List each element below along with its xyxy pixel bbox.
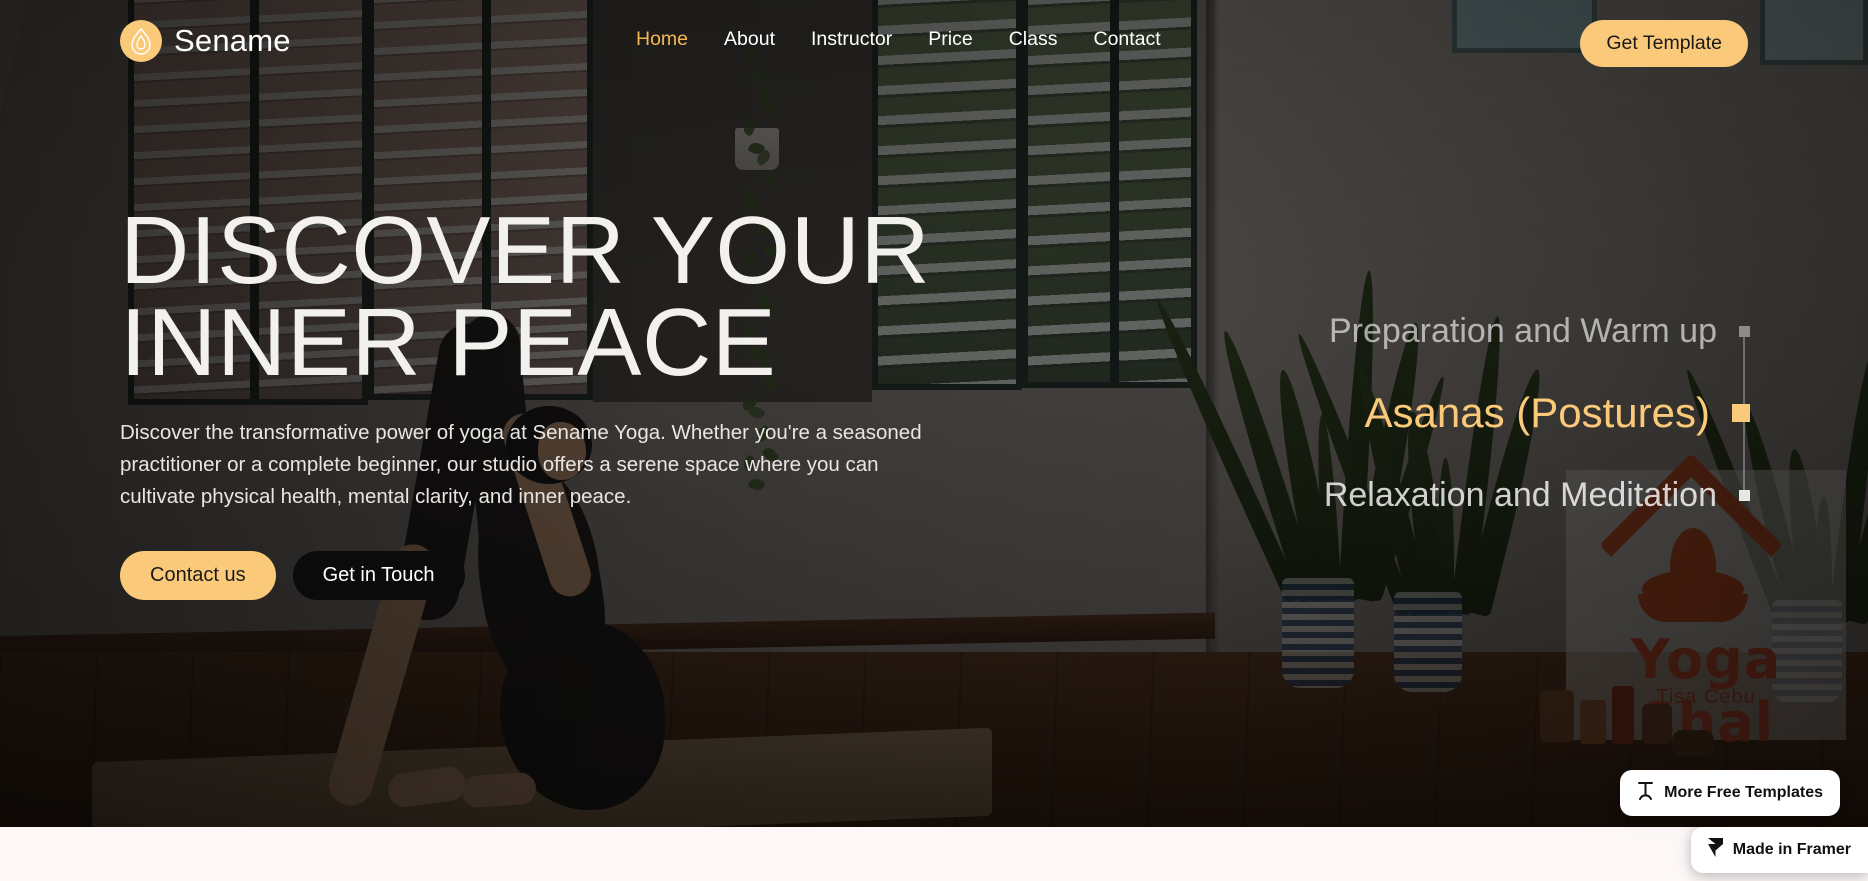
framer-logo-icon [1707,838,1723,862]
landing-page: Yoga Shal Tisa Cebu Sename HomeAboutInst… [0,0,1868,881]
contact-us-button[interactable]: Contact us [120,550,276,600]
hero-title-line-1: DISCOVER YOUR [120,197,931,304]
nav-item-class[interactable]: Class [1009,28,1058,51]
hero-content: DISCOVER YOUR INNER PEACE Discover the t… [120,203,950,600]
main-navbar: Sename Home About Instructor Price Class Cont… [0,0,1868,85]
brand-logo[interactable]: Sename [120,20,291,62]
next-section-strip [0,827,1868,881]
framer-template-icon [1637,781,1654,805]
made-in-framer-badge[interactable]: Made in Framer [1690,827,1868,873]
nav-item-price[interactable]: Price [928,28,972,51]
stepper-item-label: Preparation and Warm up [1328,311,1717,350]
stepper-item-label: Relaxation and Meditation [1323,475,1717,514]
get-in-touch-button[interactable]: Get in Touch [292,550,465,600]
more-free-templates-label: More Free Templates [1664,784,1823,801]
page-title: DISCOVER YOUR INNER PEACE [120,203,950,391]
nav-item-contact[interactable]: Contact [1093,28,1160,51]
class-flow-stepper: Preparation and Warm up Asanas (Postures)… [1324,290,1750,536]
stepper-marker-icon [1739,489,1750,501]
stepper-items: Preparation and Warm up Asanas (Postures)… [1324,290,1750,536]
hero-title-line-2: INNER PEACE [120,289,777,397]
lotus-flame-icon [120,20,162,62]
hero-subtitle: Discover the transformative power of yog… [120,421,922,508]
more-free-templates-badge[interactable]: More Free Templates [1620,770,1840,816]
nav-item-about[interactable]: About [724,28,775,51]
stepper-item-1[interactable]: Asanas (Postures) [1330,372,1750,454]
get-template-button[interactable]: Get Template [1580,20,1748,67]
made-in-framer-label: Made in Framer [1732,841,1851,858]
stepper-item-label: Asanas (Postures) [1364,389,1710,436]
stepper-marker-icon [1739,325,1750,337]
stepper-item-0[interactable]: Preparation and Warm up [1328,290,1750,372]
stepper-marker-icon [1732,404,1750,422]
stepper-item-2[interactable]: Relaxation and Meditation [1324,454,1750,536]
hero-section: Yoga Shal Tisa Cebu Sename HomeAboutInst… [0,0,1868,827]
nav-item-instructor[interactable]: Instructor [811,28,892,51]
hero-action-buttons: Contact us Get in Touch [120,550,950,600]
nav-item-home[interactable]: Home [636,28,688,51]
nav-links: Home About Instructor Price Class Contact [636,28,1161,51]
brand-name: Sename [174,23,291,58]
